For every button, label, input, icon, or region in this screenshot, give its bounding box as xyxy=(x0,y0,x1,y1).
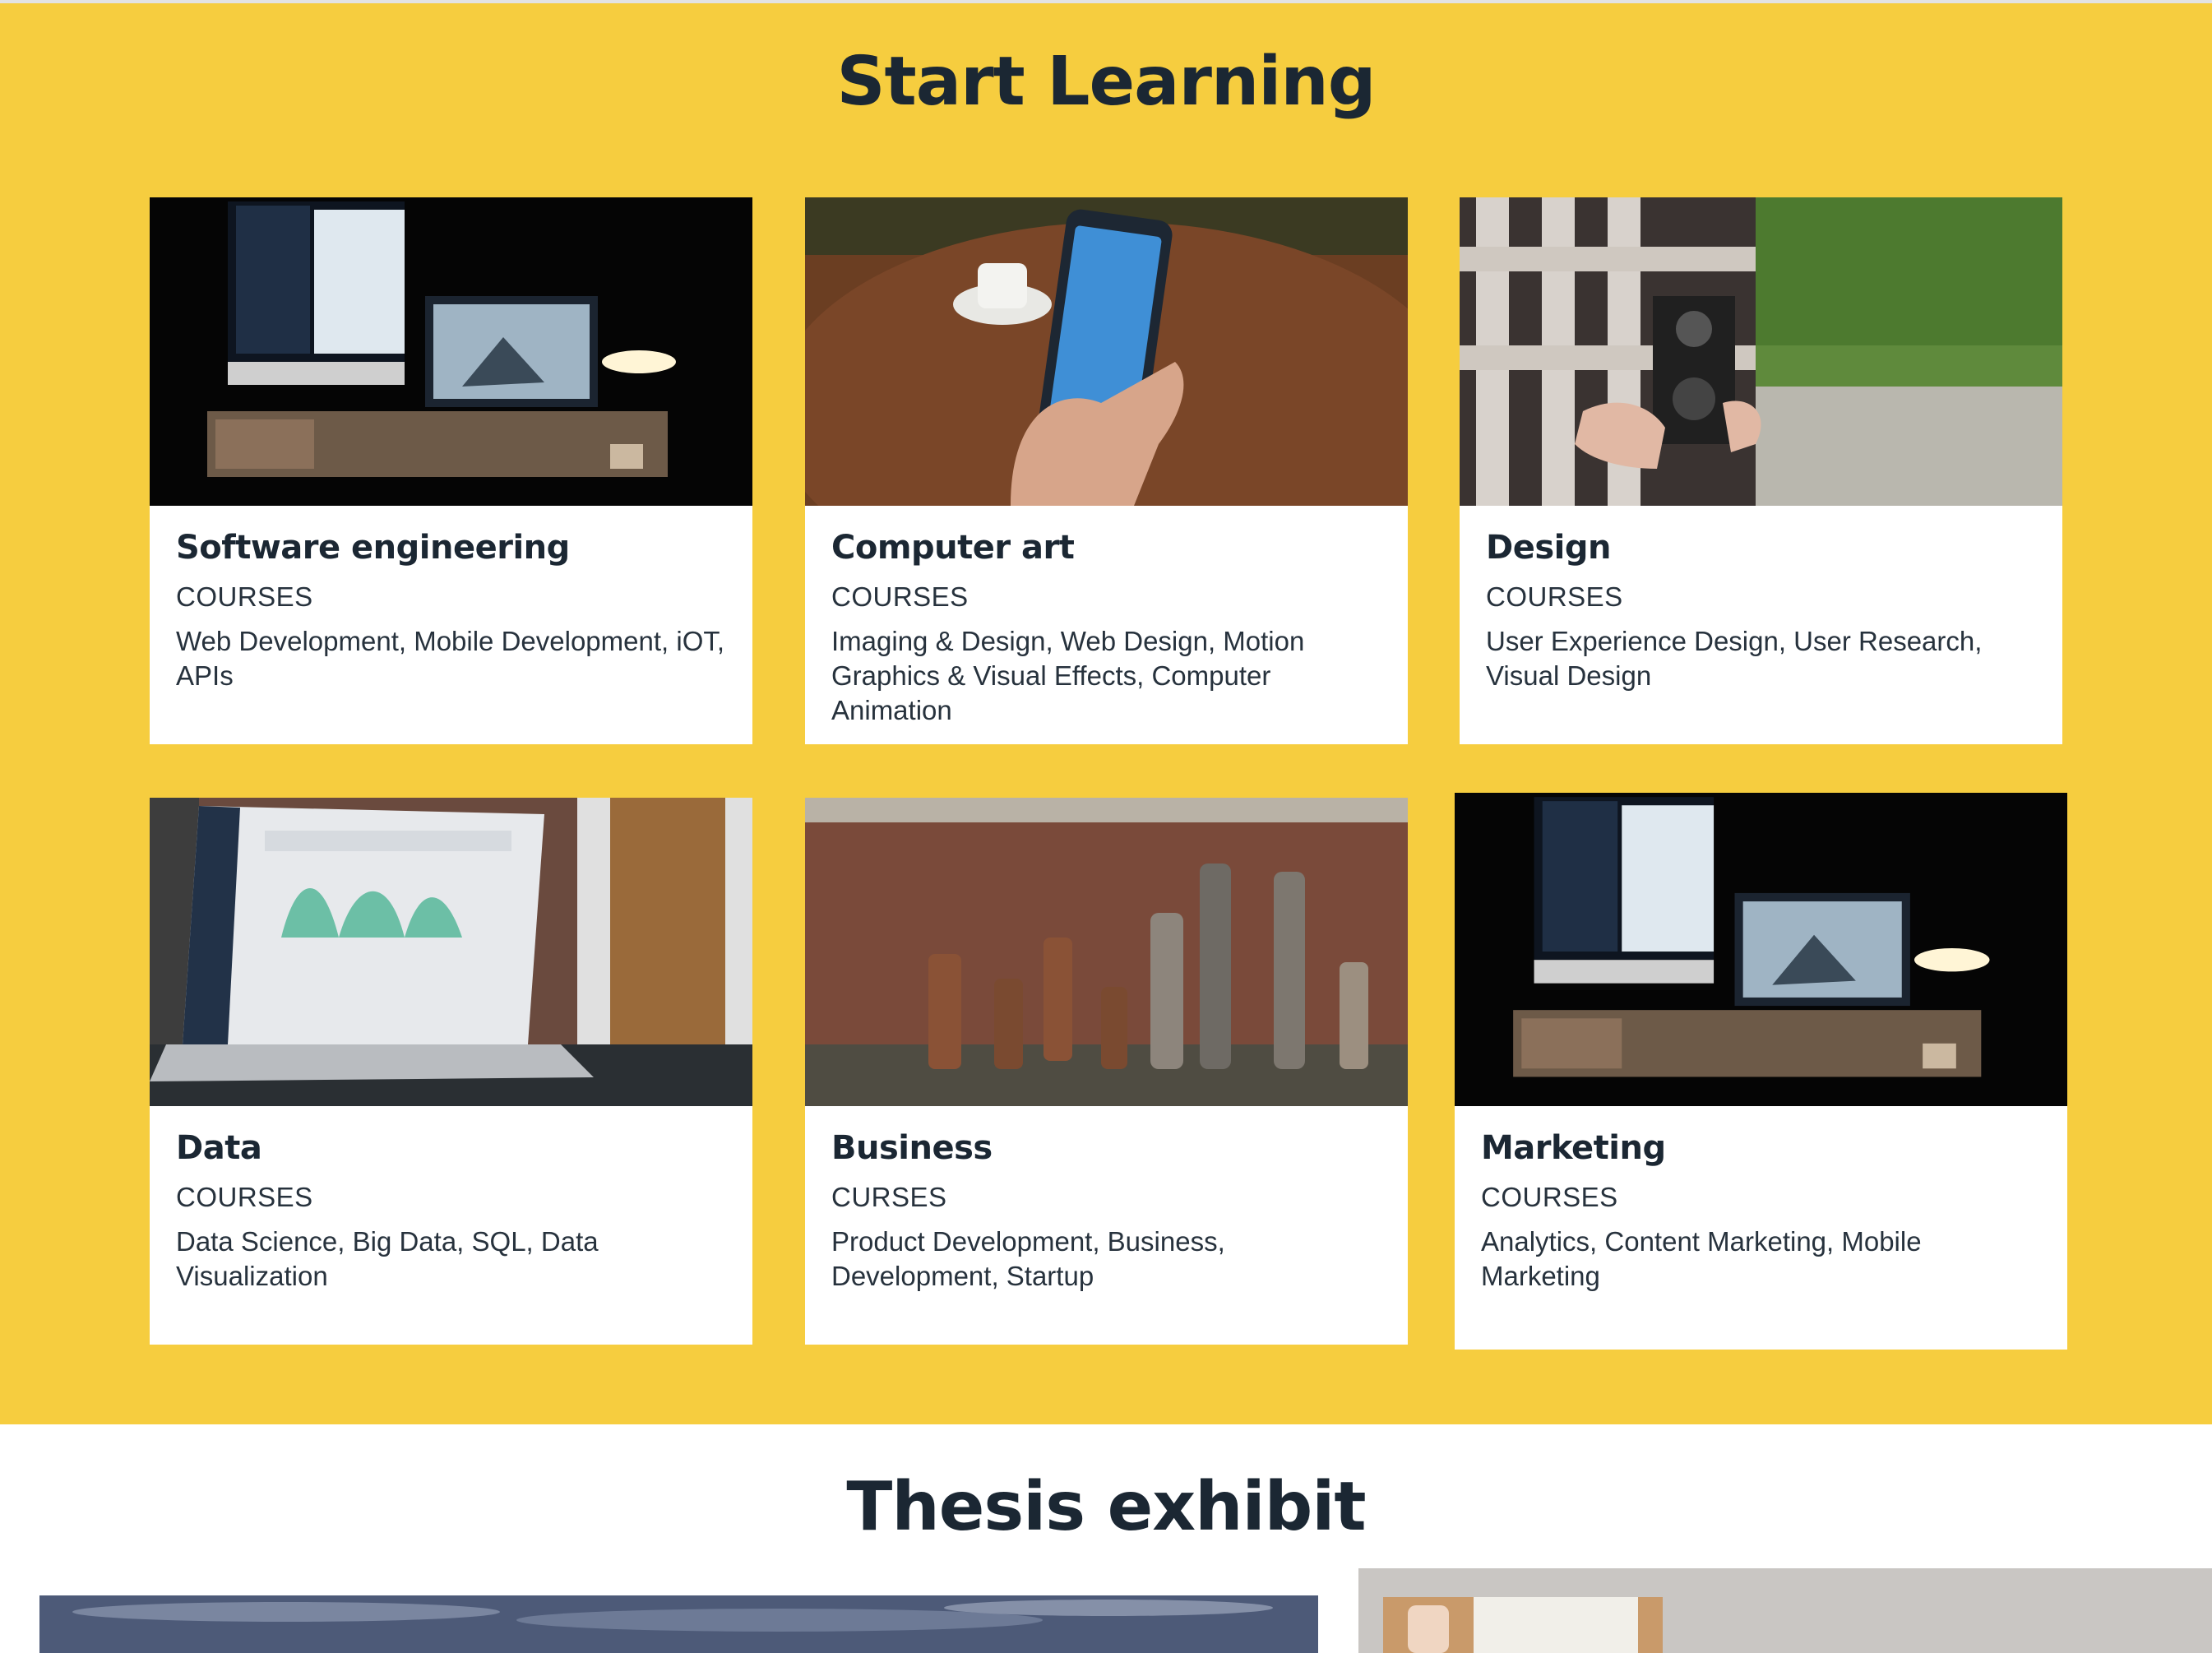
card-label: COURSES xyxy=(1486,581,1623,612)
course-card-marketing[interactable]: Marketing COURSES Analytics, Content Mar… xyxy=(1455,793,2067,1350)
card-label: COURSES xyxy=(831,581,969,612)
phone-in-hand-photo xyxy=(805,197,1408,506)
course-card-data[interactable]: Data COURSES Data Science, Big Data, SQL… xyxy=(150,798,752,1345)
card-description: Analytics, Content Marketing, Mobile Mar… xyxy=(1481,1226,1922,1291)
card-label: COURSES xyxy=(176,1182,313,1212)
vintage-camera-photo xyxy=(1460,197,2062,506)
section-title: Start Learning xyxy=(836,43,1377,121)
card-description: Imaging & Design, Web Design, Motion Gra… xyxy=(831,626,1305,725)
course-card-software-engineering[interactable]: Software engineering COURSES Web Develop… xyxy=(150,197,752,744)
card-title: Business xyxy=(831,1129,993,1167)
card-title: Design xyxy=(1486,529,1611,567)
card-description: User Experience Design, User Research, V… xyxy=(1486,626,1983,691)
card-description: Data Science, Big Data, SQL, Data Visual… xyxy=(176,1226,599,1291)
section-title: Thesis exhibit xyxy=(846,1468,1366,1546)
card-title: Data xyxy=(176,1129,262,1167)
start-learning-section: Start Learning Software engineering COUR… xyxy=(0,3,2212,1424)
laptop-dashboard-photo xyxy=(150,798,752,1106)
card-description: Web Development, Mobile Development, iOT… xyxy=(176,626,725,691)
card-label: CURSES xyxy=(831,1182,947,1212)
card-title: Marketing xyxy=(1481,1129,1666,1167)
thesis-photo-sketch[interactable] xyxy=(1358,1568,2212,1653)
course-card-business[interactable]: Business CURSES Product Development, Bus… xyxy=(805,798,1408,1345)
course-card-design[interactable]: Design COURSES User Experience Design, U… xyxy=(1460,197,2062,744)
thesis-photo-sky[interactable] xyxy=(39,1595,1318,1653)
card-title: Computer art xyxy=(831,529,1075,567)
course-card-computer-art[interactable]: Computer art COURSES Imaging & Design, W… xyxy=(805,197,1408,744)
desk-computer-photo xyxy=(1455,793,2067,1106)
card-title: Software engineering xyxy=(176,529,570,567)
card-label: COURSES xyxy=(1481,1182,1618,1212)
card-description: Product Development, Business, Developme… xyxy=(831,1226,1225,1291)
chess-pieces-photo xyxy=(805,798,1408,1106)
card-label: COURSES xyxy=(176,581,313,612)
desk-computer-photo xyxy=(150,197,752,506)
